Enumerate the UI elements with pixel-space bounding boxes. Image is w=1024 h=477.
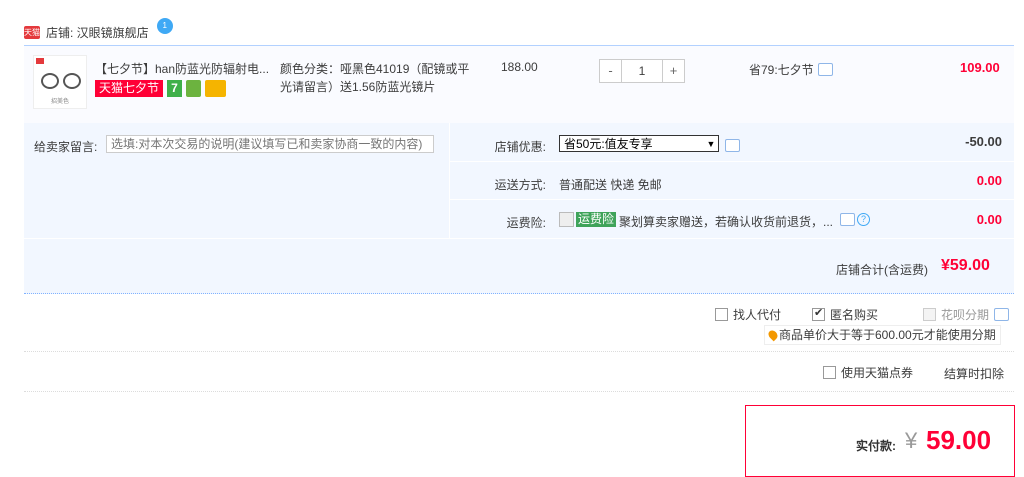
shipping-value: 普通配送 快递 免邮: [559, 178, 662, 192]
huabei-label: 花呗分期: [941, 308, 990, 322]
tmall-badge-icon: 天猫: [24, 25, 40, 39]
comment-icon[interactable]: [817, 63, 833, 76]
payment-amount: 59.00: [926, 425, 992, 455]
divider: [24, 351, 1014, 353]
tmall-qixi-tag: 天猫七夕节: [95, 79, 164, 97]
chevron-down-icon: ▼: [706, 139, 716, 149]
promo-comment-icon[interactable]: [725, 139, 740, 152]
insurance-amount: 0.00: [976, 212, 1002, 227]
huabei-comment-icon[interactable]: [994, 308, 1010, 321]
product-sku: 颜色分类：哑黑色41019（配镜或平光请留言）送1.56防蓝光镜片: [280, 62, 470, 94]
anonymous-checkbox[interactable]: [812, 306, 825, 321]
quantity-decrease-button[interactable]: -: [599, 59, 622, 83]
seller-memo-input[interactable]: [106, 135, 434, 153]
insurance-checkbox[interactable]: [559, 212, 574, 227]
unit-price: 188.00: [501, 60, 538, 74]
insurance-text: 聚划算卖家赠送，若确认收货前退货，...: [619, 215, 834, 229]
insurance-tag: 运费险: [576, 212, 617, 227]
shop-promo-label: 店铺优惠:: [494, 140, 546, 154]
shop-total-label: 店铺合计(含运费): [836, 263, 928, 277]
location-pin-icon: [766, 328, 780, 342]
points-note: 结算时扣除: [944, 367, 1005, 381]
wangwang-chat-icon[interactable]: 1: [156, 18, 173, 34]
product-tags: 天猫七夕节 7: [95, 79, 227, 97]
insurance-label: 运费险:: [506, 216, 546, 230]
discount-text: 省79:七夕节: [749, 63, 814, 77]
quantity-stepper: - 1 +: [599, 59, 685, 83]
product-thumbnail[interactable]: 招美色: [33, 55, 87, 109]
seller-memo-label: 给卖家留言:: [34, 140, 98, 154]
divider: [24, 391, 1014, 393]
anonymous-label: 匿名购买: [830, 308, 879, 322]
proxy-pay-option[interactable]: 找人代付: [715, 306, 781, 323]
installment-tip: 商品单价大于等于600.00元才能使用分期: [764, 325, 1001, 345]
shop-total-value: ¥59.00: [941, 257, 990, 274]
item-discount: 省79:七夕节: [749, 61, 833, 78]
tmall-points-label: 使用天猫点券: [841, 366, 914, 380]
shop-promo-selected: 省50元:值友专享: [564, 137, 653, 151]
huabei-checkbox[interactable]: [923, 308, 936, 321]
installment-tip-text: 商品单价大于等于600.00元才能使用分期: [779, 328, 996, 342]
shipping-label: 运送方式:: [494, 178, 546, 192]
shop-promo-amount: -50.00: [965, 134, 1002, 149]
insurance-comment-icon[interactable]: [840, 213, 855, 226]
item-total-price: 109.00: [960, 60, 1000, 75]
shop-name-link[interactable]: 店铺: 汉眼镜旗舰店: [46, 24, 149, 41]
tmall-points-checkbox[interactable]: [823, 366, 836, 379]
tmall-points-option[interactable]: 使用天猫点券: [823, 364, 913, 381]
quantity-increase-button[interactable]: +: [662, 59, 685, 83]
shop-promo-select[interactable]: 省50元:值友专享 ▼: [559, 135, 719, 152]
shipping-amount: 0.00: [976, 173, 1002, 188]
tmall-mini-logo-icon: [36, 58, 44, 64]
shop-header: 天猫 店铺: 汉眼镜旗舰店 1: [24, 18, 173, 42]
guarantee-icon: [186, 79, 202, 97]
row-divider: [24, 238, 1014, 239]
payment-label: 实付款:: [856, 439, 896, 453]
insurance-icons: ?: [840, 213, 870, 226]
seven-day-return-icon: 7: [167, 79, 183, 97]
row-divider: [450, 161, 1014, 162]
credit-card-icon: [205, 79, 227, 97]
huabei-option[interactable]: 花呗分期: [923, 306, 1010, 323]
anonymous-option[interactable]: 匿名购买: [812, 306, 878, 323]
help-icon[interactable]: ?: [857, 213, 870, 226]
product-title-link[interactable]: 【七夕节】han防蓝光防辐射电...: [95, 60, 273, 77]
thumbnail-caption: 招美色: [50, 99, 69, 105]
proxy-pay-label: 找人代付: [733, 308, 782, 322]
proxy-pay-checkbox[interactable]: [715, 308, 728, 321]
payment-currency: ¥: [905, 428, 918, 453]
quantity-input[interactable]: 1: [622, 59, 662, 83]
row-divider: [450, 199, 1014, 200]
glasses-image: [39, 73, 81, 89]
